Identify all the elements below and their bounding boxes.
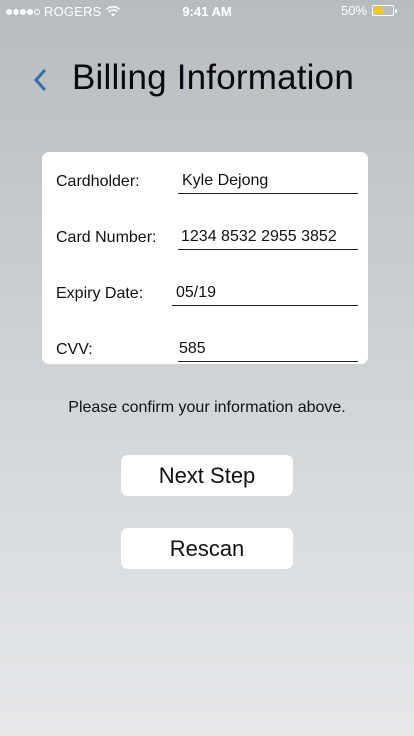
chevron-left-icon (34, 69, 46, 91)
rescan-button[interactable]: Rescan (121, 528, 293, 569)
cardholder-input[interactable] (178, 168, 358, 194)
status-right: 50% (340, 3, 397, 18)
cvv-input[interactable] (178, 336, 358, 362)
next-step-button[interactable]: Next Step (121, 455, 293, 496)
expiry-date-label: Expiry Date: (56, 285, 144, 302)
card-number-label: Card Number: (56, 229, 157, 246)
cvv-label: CVV: (56, 341, 93, 358)
status-bar: ROGERS 9:41 AM 50% (0, 0, 414, 22)
card-number-row: Card Number: (42, 214, 368, 270)
cardholder-row: Cardholder: (42, 158, 368, 214)
billing-form-card: Cardholder: Card Number: Expiry Date: CV… (42, 152, 368, 364)
page-title: Billing Information (72, 58, 354, 97)
confirm-message: Please confirm your information above. (68, 399, 346, 416)
battery-icon (372, 5, 397, 16)
cvv-row: CVV: (42, 326, 368, 382)
battery-fill (374, 7, 383, 14)
cardholder-label: Cardholder: (56, 173, 140, 190)
battery-percent: 50% (340, 3, 367, 18)
card-number-input[interactable] (178, 224, 358, 250)
back-button[interactable] (26, 64, 54, 96)
expiry-date-input[interactable] (172, 280, 358, 306)
expiry-date-row: Expiry Date: (42, 270, 368, 326)
